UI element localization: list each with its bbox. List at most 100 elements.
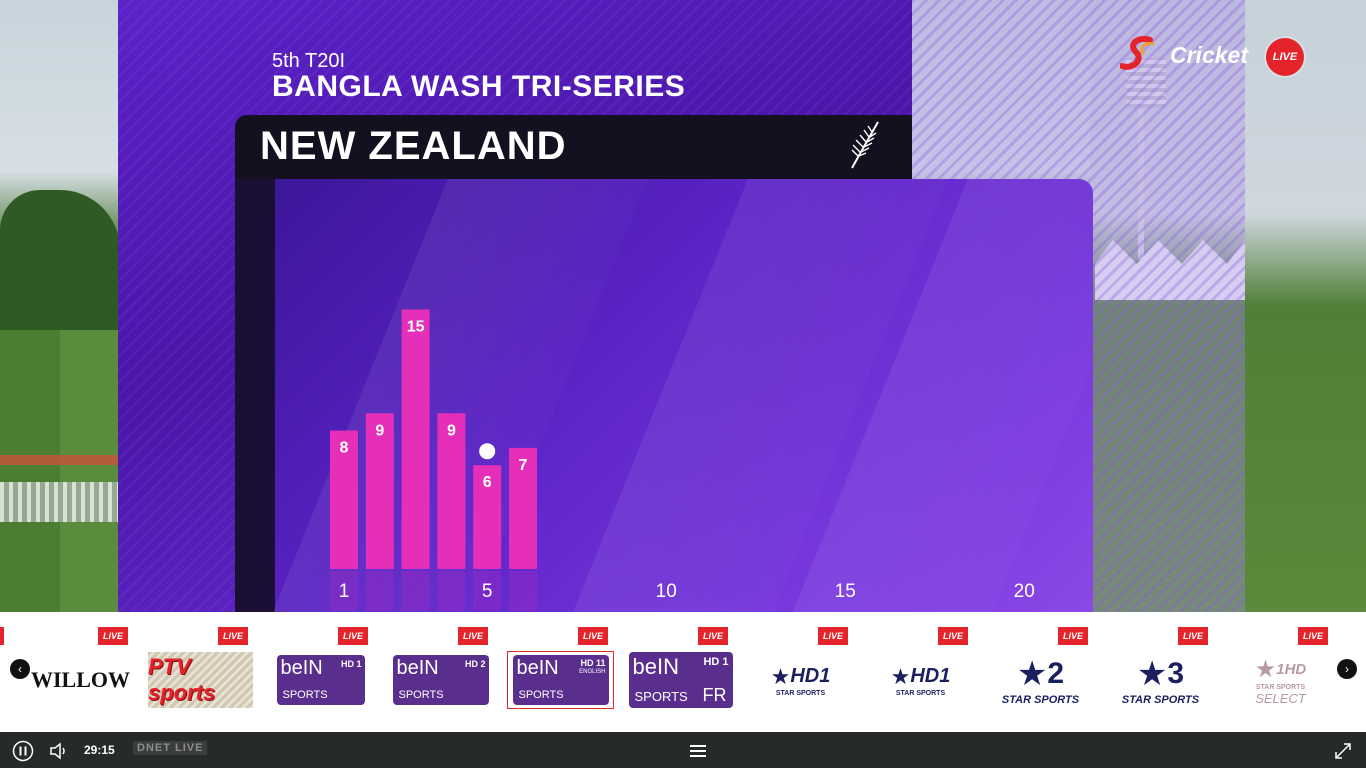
live-tag: LIVE (578, 627, 608, 645)
x-tick-1: 1 (339, 581, 350, 602)
star-icon: ★ (890, 663, 911, 689)
channel-item-star-sports-2[interactable]: LIVE ★ 2 STAR SPORTS (976, 612, 1096, 732)
star-icon: ★ (770, 663, 791, 689)
channel-item-star-sports-hd1-b[interactable]: LIVE ★ HD1 STAR SPORTS (856, 612, 976, 732)
willow-text: WILLOW (30, 667, 131, 692)
hd-tag: HD 11 (580, 658, 606, 668)
live-tag: LIVE (338, 627, 368, 645)
bein-hd1-fr-logo: beIN HD 1 SPORTS FR (628, 652, 733, 708)
live-tag: LIVE (458, 627, 488, 645)
fullscreen-icon[interactable] (1332, 740, 1354, 762)
sports-text: SPORTS (398, 689, 444, 701)
fr-text: FR (702, 685, 727, 705)
live-tag: LIVE (1178, 627, 1208, 645)
bein-text: beIN (280, 657, 323, 679)
bein-hd2-logo: beIN HD 2 SPORTS (388, 652, 493, 708)
bar-reflection (509, 571, 537, 611)
bar-reflection (365, 571, 394, 611)
menu-icon[interactable] (687, 740, 709, 762)
star-icon: ★ (1016, 655, 1048, 693)
live-tag: LIVE (218, 627, 248, 645)
channel-item-willow[interactable]: LIVE WILLOW (16, 612, 136, 732)
live-tag: LIVE (0, 627, 4, 645)
channel-item-bein-hd11[interactable]: LIVE beIN HD 11 ENGLISH SPORTS (496, 612, 616, 732)
star-sports-text: STAR SPORTS (1121, 694, 1200, 706)
channel-item-bein-hd1[interactable]: LIVE beIN HD 1 SPORTS (256, 612, 376, 732)
bar-reflection (437, 571, 466, 611)
hd1-text: HD1 (790, 665, 831, 687)
bein-text: beIN (516, 657, 559, 679)
live-tag: LIVE (938, 627, 968, 645)
bein-hd1-logo: beIN HD 1 SPORTS (268, 652, 373, 708)
live-tag: LIVE (1058, 627, 1088, 645)
live-badge: LIVE (1266, 38, 1304, 76)
team-name: NEW ZEALAND (260, 124, 567, 168)
star-icon: ★ (1254, 655, 1277, 683)
ptv-sports-logo: PTV sports (148, 652, 253, 708)
bein-text: beIN (396, 657, 439, 679)
star-sports-select-logo: ★ 1HD STAR SPORTS SELECT (1228, 652, 1333, 708)
willow-logo: WILLOW (28, 652, 133, 708)
channel-item-bein-hd1-fr[interactable]: LIVE beIN HD 1 SPORTS FR (616, 612, 736, 732)
live-tag: LIVE (98, 627, 128, 645)
brand-text: Cricket (1170, 42, 1248, 68)
star-sports-text: STAR SPORTS (1255, 683, 1306, 691)
channel-strip: LIVE LIVE WILLOW LIVE PTV sports LIVE be… (0, 612, 1366, 732)
live-tag: LIVE (1298, 627, 1328, 645)
star-sports-text: STAR SPORTS (775, 689, 826, 697)
scroll-right-button[interactable]: › (1337, 659, 1357, 679)
bein-hd11-logo: beIN HD 11 ENGLISH SPORTS (507, 651, 614, 709)
bars-group (330, 309, 537, 611)
bar-reflection (401, 571, 430, 611)
star-sports-hd1-logo: ★ HD1 STAR SPORTS (748, 652, 853, 708)
channel-item-star-sports-hd1-a[interactable]: LIVE ★ HD1 STAR SPORTS (736, 612, 856, 732)
hd-tag: HD 2 (464, 659, 486, 669)
bein-text: beIN (632, 654, 679, 679)
hd1-text: HD1 (910, 665, 951, 687)
trees (0, 190, 120, 330)
channel-number: 1HD (1276, 660, 1307, 678)
star-sports-3-logo: ★ 3 STAR SPORTS (1108, 652, 1213, 708)
star-icon: ★ (1136, 655, 1168, 693)
star-sports-text: STAR SPORTS (895, 689, 946, 697)
sports-text: SPORTS (518, 689, 564, 701)
sports-text: SPORTS (634, 689, 688, 704)
bar-label-over-1: 8 (340, 440, 349, 457)
supersport-logo-icon (1120, 36, 1155, 70)
bar-label-over-2: 9 (375, 422, 384, 439)
channel-item-bein-hd2[interactable]: LIVE beIN HD 2 SPORTS (376, 612, 496, 732)
channel-item-ptv-sports[interactable]: LIVE PTV sports (136, 612, 256, 732)
sports-text: SPORTS (282, 689, 328, 701)
hd-tag: HD 1 (340, 659, 362, 669)
series-title: BANGLA WASH TRI-SERIES (272, 70, 686, 103)
silver-fern-icon (851, 121, 879, 169)
star-sports-2-logo: ★ 2 STAR SPORTS (988, 652, 1093, 708)
scroll-left-button[interactable]: ‹ (10, 659, 30, 679)
live-tag: LIVE (698, 627, 728, 645)
bar-label-over-6: 7 (519, 457, 528, 474)
bar-label-over-4: 9 (447, 422, 456, 439)
bar-label-over-5: 6 (483, 474, 492, 491)
language-tag: ENGLISH (579, 669, 606, 675)
ptv-sports-text: PTV sports (148, 654, 216, 705)
channel-number: 2 (1047, 657, 1065, 690)
player-controls-bar: 29:15 DNET LIVE (0, 732, 1366, 768)
x-tick-5: 5 (482, 581, 493, 602)
runs-per-over-chart: 8915967 1 5 10 15 20 (330, 309, 1035, 611)
select-text: SELECT (1255, 690, 1306, 706)
channel-number: 3 (1167, 657, 1185, 690)
x-tick-15: 15 (835, 581, 856, 602)
pause-icon[interactable] (12, 740, 34, 762)
channel-item-star-sports-select[interactable]: LIVE ★ 1HD STAR SPORTS SELECT (1216, 612, 1336, 732)
volume-icon[interactable] (48, 740, 70, 762)
hd-tag: HD 1 (703, 656, 729, 668)
channel-item-star-sports-3[interactable]: LIVE ★ 3 STAR SPORTS (1096, 612, 1216, 732)
playback-time: 29:15 (84, 743, 115, 757)
x-tick-10: 10 (656, 581, 677, 602)
star-sports-text: STAR SPORTS (1001, 694, 1080, 706)
bar-label-over-3: 15 (407, 319, 425, 336)
wicket-marker (479, 443, 496, 460)
bar-over-3 (401, 309, 430, 569)
watermark: DNET LIVE (133, 741, 208, 755)
star-sports-hd1-logo: ★ HD1 STAR SPORTS (868, 652, 973, 708)
